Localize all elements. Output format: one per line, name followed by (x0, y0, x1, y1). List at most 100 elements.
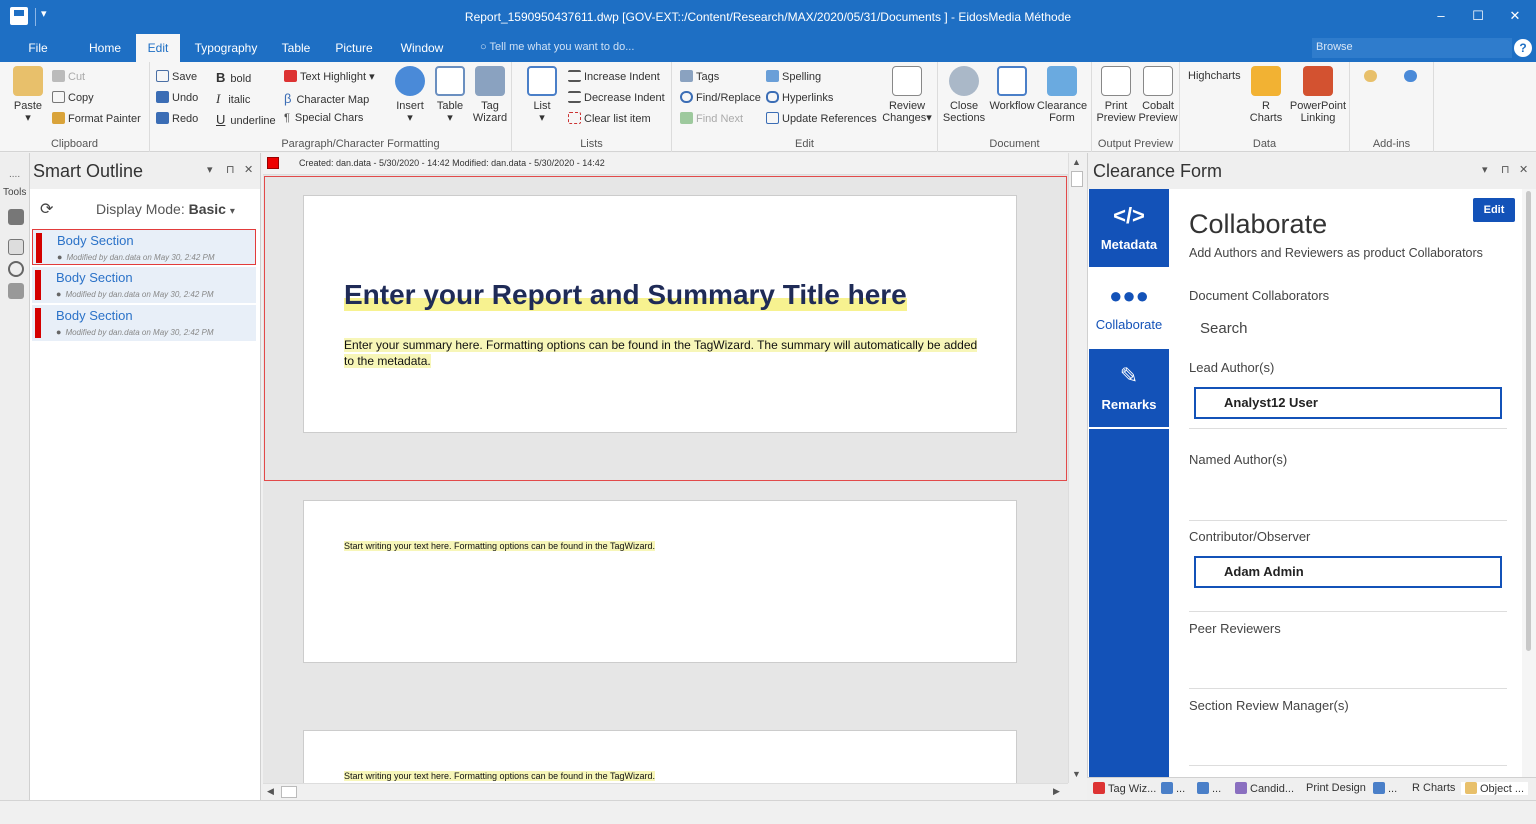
nav-collaborate[interactable]: ●●● Collaborate (1089, 269, 1169, 349)
text-tool-icon[interactable] (8, 239, 24, 255)
lead-author-field[interactable]: Analyst12 User (1194, 387, 1502, 419)
increase-indent-button[interactable]: Increase Indent (568, 70, 660, 83)
workflow-button[interactable]: Workflow (986, 66, 1038, 112)
lead-author-label: Lead Author(s) (1189, 360, 1275, 375)
character-map-button[interactable]: β Character Map (284, 91, 369, 106)
clear-list-item-button[interactable]: Clear list item (568, 112, 651, 125)
panel-tab-candid[interactable]: Candid... (1235, 782, 1294, 795)
pointer-icon[interactable] (8, 209, 24, 225)
addin-comment-button[interactable] (1404, 70, 1420, 83)
close-button[interactable]: ✕ (1500, 6, 1530, 26)
italic-button[interactable]: Iitalic (216, 91, 250, 107)
panel-tab-tag-wizard[interactable]: Tag Wiz... (1093, 782, 1156, 795)
clearance-scroll-thumb[interactable] (1526, 191, 1531, 651)
find-replace-button[interactable]: Find/Replace (680, 91, 761, 104)
tab-table[interactable]: Table (276, 34, 316, 62)
outline-section[interactable]: Body Section Modified by dan.data on May… (32, 267, 256, 303)
body-text[interactable]: Start writing your text here. Formatting… (344, 541, 655, 551)
report-title[interactable]: Enter your Report and Summary Title here (344, 279, 907, 311)
update-references-button[interactable]: Update References (766, 112, 877, 125)
outline-section[interactable]: Body Section Modified by dan.data on May… (32, 305, 256, 341)
tags-button[interactable]: Tags (680, 70, 719, 83)
save-button[interactable]: Save (156, 70, 197, 83)
tab-typography[interactable]: Typography (190, 34, 262, 62)
panel-tab-2[interactable]: ... (1161, 782, 1185, 795)
tab-file[interactable]: File (18, 34, 58, 62)
report-summary[interactable]: Enter your summary here. Formatting opti… (344, 337, 984, 369)
maximize-button[interactable]: ☐ (1463, 6, 1493, 26)
clearance-scrollbar[interactable] (1522, 189, 1536, 777)
cobalt-preview-button[interactable]: Cobalt Preview (1136, 66, 1180, 124)
tab-window[interactable]: Window (396, 34, 448, 62)
panel-tab-print-design[interactable]: Print Design (1306, 782, 1366, 794)
tab-picture[interactable]: Picture (330, 34, 378, 62)
clearance-dropdown[interactable]: ▾ (1482, 163, 1488, 176)
scroll-thumb[interactable] (1071, 171, 1083, 187)
zoom-icon[interactable] (8, 261, 24, 277)
scroll-down-icon[interactable]: ▼ (1072, 769, 1081, 779)
addin-lightbulb-button[interactable] (1364, 70, 1380, 83)
outline-section[interactable]: Body Section Modified by dan.data on May… (32, 229, 256, 265)
hscroll-thumb[interactable] (281, 786, 297, 798)
underline-button[interactable]: Uunderline (216, 112, 276, 127)
clearance-close[interactable]: ✕ (1519, 163, 1528, 176)
body-page[interactable]: Start writing your text here. Formatting… (303, 730, 1017, 790)
decrease-indent-button[interactable]: Decrease Indent (568, 91, 665, 104)
list-button[interactable]: List ▾ (524, 66, 560, 124)
highcharts-button[interactable]: Highcharts (1188, 70, 1241, 82)
nav-remarks[interactable]: ✎ Remarks (1089, 349, 1169, 429)
special-chars-button[interactable]: ¶ Special Chars (284, 112, 363, 124)
panel-tab-3[interactable]: ... (1197, 782, 1221, 795)
undo-button[interactable]: Undo (156, 91, 198, 104)
clearance-form-panel: Clearance Form ▾ ⊓ ✕ </> Metadata ●●● Co… (1087, 153, 1536, 800)
body-text[interactable]: Start writing your text here. Formatting… (344, 771, 655, 781)
spelling-button[interactable]: Spelling (766, 70, 821, 83)
refresh-icon[interactable]: ⟳ (40, 199, 53, 219)
hyperlinks-button[interactable]: Hyperlinks (766, 91, 833, 104)
scroll-up-icon[interactable]: ▲ (1072, 157, 1081, 167)
table-button[interactable]: Table ▾ (432, 66, 468, 124)
clearance-pin[interactable]: ⊓ (1501, 163, 1510, 176)
contributor-field[interactable]: Adam Admin (1194, 556, 1502, 588)
document-horizontal-scrollbar[interactable]: ◀ ▶ (263, 783, 1068, 800)
tab-edit[interactable]: Edit (136, 34, 180, 62)
insert-button[interactable]: Insert ▾ (392, 66, 428, 124)
format-painter-button[interactable]: Format Painter (52, 112, 141, 125)
text-highlight-button[interactable]: Text Highlight ▾ (284, 70, 375, 83)
smart-outline-close[interactable]: ✕ (244, 163, 253, 176)
hand-icon[interactable] (8, 283, 24, 299)
nav-metadata[interactable]: </> Metadata (1089, 189, 1169, 269)
scroll-left-icon[interactable]: ◀ (267, 786, 274, 797)
find-next-button[interactable]: Find Next (680, 112, 743, 125)
browse-input[interactable]: Browse (1312, 38, 1512, 58)
smart-outline-pin[interactable]: ⊓ (226, 163, 235, 176)
panel-tab-r-charts[interactable]: R Charts (1412, 782, 1455, 794)
panel-tab-object[interactable]: Object ... (1461, 782, 1529, 795)
r-charts-button[interactable]: R Charts (1246, 66, 1286, 124)
document-vertical-scrollbar[interactable]: ▲ ▼ (1068, 153, 1085, 783)
copy-button[interactable]: Copy (52, 91, 94, 104)
smart-outline-dropdown[interactable]: ▾ (207, 163, 213, 176)
tell-me-search[interactable]: ○ Tell me what you want to do... (480, 41, 634, 53)
paste-button[interactable]: Paste ▾ (8, 66, 48, 124)
minimize-button[interactable]: – (1426, 6, 1456, 26)
display-mode-selector[interactable]: Display Mode: Basic ▾ (96, 201, 235, 217)
close-sections-button[interactable]: Close Sections (942, 66, 986, 124)
edit-button[interactable]: Edit (1473, 198, 1515, 222)
bold-button[interactable]: Bbold (216, 70, 251, 85)
print-preview-button[interactable]: Print Preview (1094, 66, 1138, 124)
panel-tab-6[interactable]: ... (1373, 782, 1397, 795)
cut-button[interactable]: Cut (52, 70, 85, 83)
summary-page[interactable]: Enter your Report and Summary Title here… (303, 195, 1017, 433)
body-page[interactable]: Start writing your text here. Formatting… (303, 500, 1017, 663)
powerpoint-linking-button[interactable]: PowerPoint Linking (1288, 66, 1348, 124)
tag-wizard-button[interactable]: Tag Wizard (472, 66, 508, 124)
collaborator-search[interactable]: Search (1200, 320, 1248, 337)
help-icon[interactable]: ? (1514, 39, 1532, 57)
tab-home[interactable]: Home (80, 34, 130, 62)
clearance-form-button[interactable]: Clearance Form (1036, 66, 1088, 124)
tag-wizard-label-2: Wizard (472, 112, 508, 124)
redo-button[interactable]: Redo (156, 112, 198, 125)
scroll-right-icon[interactable]: ▶ (1053, 786, 1060, 797)
review-changes-button[interactable]: Review Changes▾ (880, 66, 934, 124)
